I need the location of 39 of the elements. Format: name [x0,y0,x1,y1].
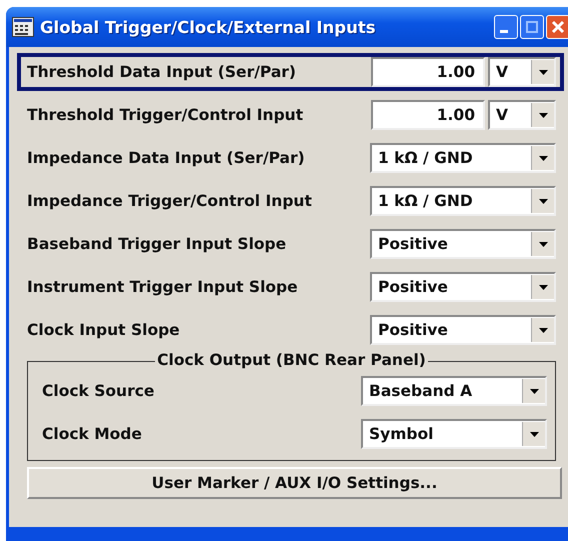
caret-icon [538,328,548,332]
caret-icon [530,432,538,436]
caret-icon [530,388,538,394]
setting-label: Clock Input Slope [27,321,181,339]
setting-label: Impedance Data Input (Ser/Par) [27,149,306,167]
maximize-button[interactable] [520,15,544,39]
window-icon [12,17,34,37]
settings-button[interactable]: User Marker / AUX I/O Settings... [27,467,562,499]
caret-icon [538,198,548,204]
setting-label: Threshold Trigger/Control Input [27,106,304,124]
dropdown[interactable]: Baseband A [361,376,547,406]
setting-label: Impedance Trigger/Control Input [27,192,313,210]
dropdown[interactable]: Positive [370,272,556,302]
dropdown[interactable]: Symbol [361,419,547,449]
caret-icon [538,156,548,160]
dropdown[interactable]: 1 kΩ / GND [370,186,556,216]
window-title: Global Trigger/Clock/External Inputs [40,18,377,36]
maximize-icon [526,21,538,33]
setting-label: Clock Source [42,382,156,400]
dropdown[interactable]: V [488,100,556,130]
dropdown[interactable]: Positive [370,315,556,345]
setting-label: Instrument Trigger Input Slope [27,278,299,296]
setting-label: Baseband Trigger Input Slope [27,235,288,253]
caret-icon [538,242,548,246]
value-field[interactable]: 1.00 [371,57,485,87]
value-field[interactable]: 1.00 [371,100,485,130]
caret-icon [538,70,548,74]
close-icon [551,20,565,34]
dropdown[interactable]: 1 kΩ / GND [370,143,556,173]
dropdown[interactable]: V [488,57,556,87]
caret-icon [538,284,548,290]
group-title: Clock Output (BNC Rear Panel) [155,351,428,369]
setting-label: Clock Mode [42,425,143,443]
caret-icon [538,112,548,118]
setting-label: Threshold Data Input (Ser/Par) [27,63,298,81]
dropdown[interactable]: Positive [370,229,556,259]
minimize-button[interactable] [494,15,518,39]
minimize-icon [500,30,508,32]
close-button[interactable] [546,15,568,39]
